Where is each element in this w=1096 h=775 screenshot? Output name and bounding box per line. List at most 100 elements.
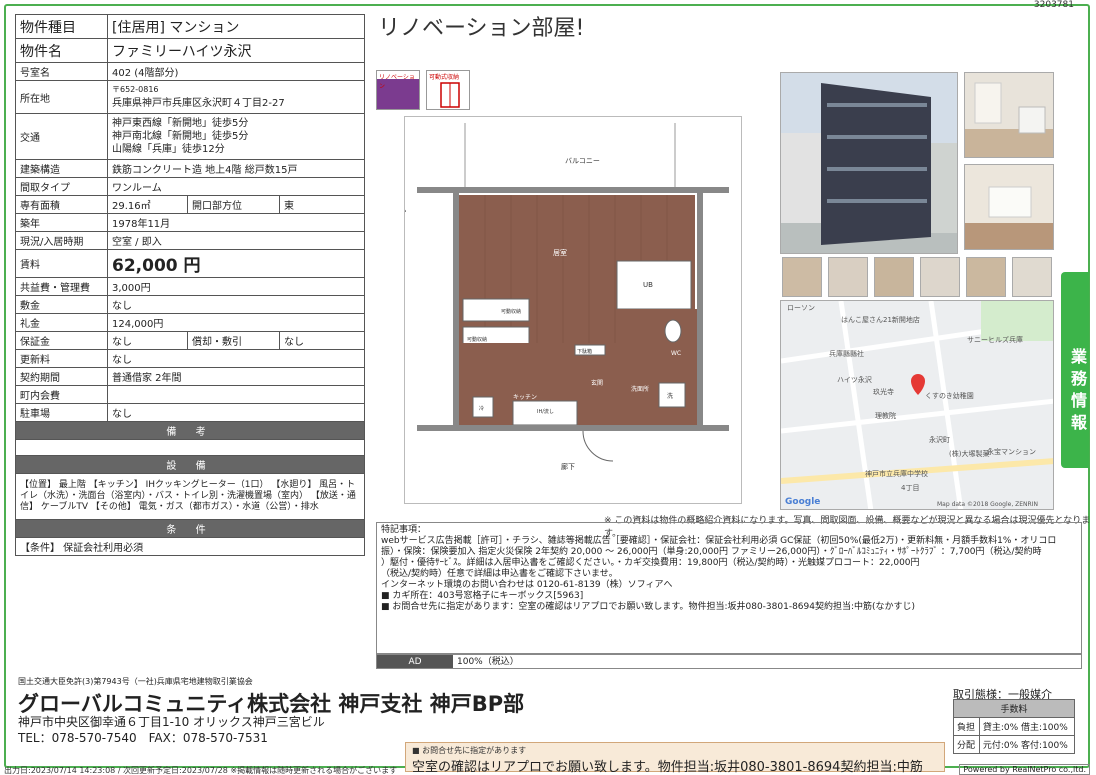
fee-header: 手数料 [953,699,1075,718]
kitchen-photo [964,72,1054,158]
contract-label: 契約期間 [15,367,108,386]
key-money-value: 124,000円 [107,313,365,332]
plan-hall-label: 廊下 [561,462,575,471]
equipment-header: 設 備 [15,455,365,474]
guarantee-label: 保証金 [15,331,108,350]
map-label: Google [785,497,821,507]
notes-line: インターネット環境のお問い合わせは 0120-61-8139（株）ソフィアへ [381,580,673,590]
direction-value: 東 [279,195,365,214]
parking-value: なし [107,403,365,422]
output-date: 出力日:2023/07/14 14:23:08 / 次回更新予定日:2023/0… [4,766,398,775]
name-label: 物件名 [15,38,108,63]
ad-row: AD 100%（税込） [376,654,1082,669]
direction-label: 開口部方位 [187,195,280,214]
plan-storage2-label: 可動収納 [467,336,487,343]
map-label: 神戸市立兵庫中学校 [865,470,928,478]
plan-balcony-label: バルコニー [565,157,600,165]
location-map[interactable]: ローソン はんこ屋さん21新開地店 サニーヒルズ兵庫 兵庫縣縣社 ハイツ永沢 玖… [780,300,1054,510]
fee-row-label: 分配 [953,735,980,754]
traffic-line: 神戸南北線「新開地」徒歩5分 [112,131,249,142]
conditions-body: 【条件】 保証会社利用必須 [15,537,365,556]
guarantee-value: なし [107,331,188,350]
map-label: 玖光寺 [873,388,894,396]
plan-wc-label: WC [671,350,681,357]
feature-icons: リノベーション 可動式収納 [376,70,470,110]
rent-label: 賃料 [15,249,108,278]
address-value: 兵庫県神戸市兵庫区永沢町４丁目2-27 [112,98,285,109]
renewal-label: 更新料 [15,349,108,368]
notes-line: 振）・保険：保険要加入 指定火災保険 2年契約 20,000 ～ 26,000円… [381,547,1042,557]
deposit-value: なし [107,295,365,314]
traffic-line: 山陽線「兵庫」徒歩12分 [112,144,225,155]
special-notes: 特記事項： webサービス広告掲載［許可］・チラシ、雑誌等掲載広告［要確認］・保… [376,522,1082,654]
thumbnail-photo[interactable] [874,257,914,297]
common-fee-value: 3,000円 [107,277,365,296]
tooltip-message: 空室の確認はリアプロでお願い致します。物件担当:坂井080-3801-8694契… [412,760,923,775]
map-label: 兵庫縣縣社 [829,350,864,358]
map-label: 4丁目 [901,484,920,492]
map-label: ローソン [787,304,815,312]
key-money-label: 礼金 [15,313,108,332]
type-value: [住居用] マンション [107,14,365,39]
thumbnail-photo[interactable] [966,257,1006,297]
association-fee-label: 町内会費 [15,385,108,404]
status-label: 現況/入居時期 [15,231,108,250]
traffic-line: 神戸東西線「新開地」徒歩5分 [112,118,249,129]
fee-row-label: 負担 [953,717,980,736]
thumbnail-photo[interactable] [782,257,822,297]
thumbnail-photo[interactable] [828,257,868,297]
company-address: 神戸市中央区御幸通６丁目1-10 オリックス神戸三宮ビル [18,715,325,729]
contract-value: 普通借家 2年間 [107,367,365,386]
structure-value: 鉄筋コンクリート造 地上4階 総戸数15戸 [107,159,365,178]
room-label: 号室名 [15,62,108,81]
license-number: 国土交通大臣免許(3)第7943号（一社)兵庫県宅地建物取引業協会 [18,677,253,686]
powered-by: Powered by RealNetPro co.,ltd. [959,764,1090,775]
document-id: 3203781 [1033,0,1074,10]
remarks-header: 備 考 [15,421,365,440]
thumbnail-photo[interactable] [1012,257,1052,297]
notes-line: ）駆付・優待ｻｰﾋﾞｽ。詳細は入居申込書をご確認ください。・カギ交換費用：19,… [381,558,920,568]
map-label: 永沢町 [929,436,950,444]
map-label: くすのき幼稚園 [925,392,974,400]
area-label: 専有面積 [15,195,108,214]
plan-kitchen-sink-label: IH/流し [537,408,554,415]
renovation-icon-label: リノベーション [379,74,415,90]
business-info-tab[interactable]: 業務情報 [1061,272,1089,468]
address-label: 所在地 [15,80,108,114]
notes-line: （税込/契約時）任意で詳細は申込書をご確認下さいませ。 [381,569,618,579]
plan-fridge-label: 冷 [479,405,484,412]
built-label: 築年 [15,213,108,232]
map-label: 永宝マンション [987,448,1036,456]
headline: リノベーション部屋! [378,16,585,41]
conditions-header: 条 件 [15,519,365,538]
fee-table: 手数料 負担 貸主:0% 借主:100% 分配 元付:0% 客付:100% [953,699,1076,754]
ad-value: 100%（税込） [457,657,519,667]
remarks-body [15,439,365,456]
fee-row-value: 貸主:0% 借主:100% [978,717,1076,736]
parking-label: 駐車場 [15,403,108,422]
amortization-label: 償却・敷引 [187,331,280,350]
plan-shoebox-label: 下駄箱 [577,348,592,355]
thumbnail-photo[interactable] [920,257,960,297]
map-label: (株)大塚製薬 [949,450,990,458]
rent-value: 62,000 円 [107,249,365,278]
plan-living-label: 居室 [553,248,567,257]
association-fee-value [107,385,365,404]
plan-kitchen-label: キッチン [513,394,537,401]
fee-row-value: 元付:0% 客付:100% [978,735,1076,754]
notes-line: ■ カギ所在：403号窓格子にキーボックス[5963] [381,591,584,601]
floor-plan: バルコニー 居室 UB 可動収納 可動収納 下駄箱 玄関 洗面所 WC 洗 キッ… [398,116,742,504]
ad-label: AD [377,655,453,668]
built-value: 1978年11月 [107,213,365,232]
structure-label: 建築構造 [15,159,108,178]
tooltip-title: ■ お問合せ先に指定があります [412,746,527,755]
living-room-photo [964,164,1054,250]
layout-value: ワンルーム [107,177,365,196]
contact-tooltip: ■ お問合せ先に指定があります 空室の確認はリアプロでお願い致します。物件担当:… [405,742,945,775]
plan-ub-label: UB [643,281,653,289]
notes-line: webサービス広告掲載［許可］・チラシ、雑誌等掲載広告［要確認］・保証会社：保証… [381,536,1057,546]
amortization-value: なし [279,331,365,350]
zip-code: 〒652-0816 [112,85,159,94]
room-value: 402 (4階部分) [107,62,365,81]
notes-title: 特記事項： [381,525,427,535]
